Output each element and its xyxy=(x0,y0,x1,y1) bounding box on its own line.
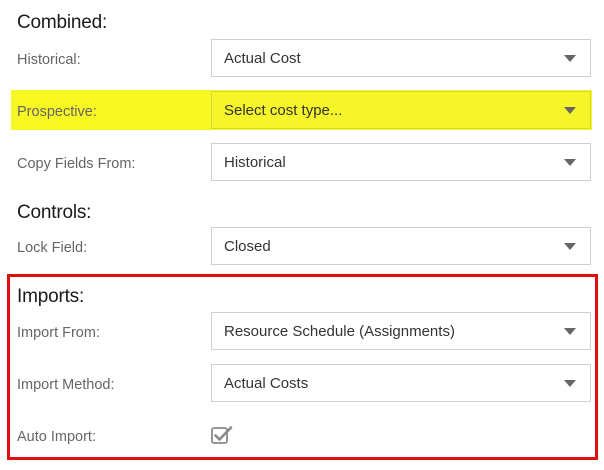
auto-import-checkbox[interactable] xyxy=(211,425,233,445)
lock-field-select[interactable]: Closed xyxy=(211,227,591,265)
chevron-down-icon xyxy=(564,55,576,62)
import-from-select[interactable]: Resource Schedule (Assignments) xyxy=(211,312,591,350)
lock-field-label: Lock Field: xyxy=(17,240,88,256)
chevron-down-icon xyxy=(564,328,576,335)
chevron-down-icon xyxy=(564,243,576,250)
historical-select-value: Actual Cost xyxy=(224,50,301,67)
chevron-down-icon xyxy=(564,380,576,387)
import-method-label: Import Method: xyxy=(17,377,115,393)
import-method-select[interactable]: Actual Costs xyxy=(211,364,591,402)
copy-fields-from-select[interactable]: Historical xyxy=(211,143,591,181)
historical-select[interactable]: Actual Cost xyxy=(211,39,591,77)
historical-label: Historical: xyxy=(17,52,81,68)
lock-field-select-value: Closed xyxy=(224,238,271,255)
import-from-select-value: Resource Schedule (Assignments) xyxy=(224,323,455,340)
section-title-controls: Controls: xyxy=(17,202,92,223)
prospective-label: Prospective: xyxy=(17,104,97,120)
section-title-combined: Combined: xyxy=(17,12,108,33)
prospective-select[interactable]: Select cost type... xyxy=(211,91,591,129)
section-title-imports: Imports: xyxy=(17,286,85,307)
chevron-down-icon xyxy=(564,159,576,166)
chevron-down-icon xyxy=(564,107,576,114)
copy-fields-from-select-value: Historical xyxy=(224,154,286,171)
import-from-label: Import From: xyxy=(17,325,100,341)
copy-fields-from-label: Copy Fields From: xyxy=(17,156,136,172)
prospective-select-placeholder: Select cost type... xyxy=(224,102,343,119)
auto-import-label: Auto Import: xyxy=(17,429,96,445)
import-method-select-value: Actual Costs xyxy=(224,375,309,392)
checkbox-checked-icon xyxy=(211,426,233,444)
